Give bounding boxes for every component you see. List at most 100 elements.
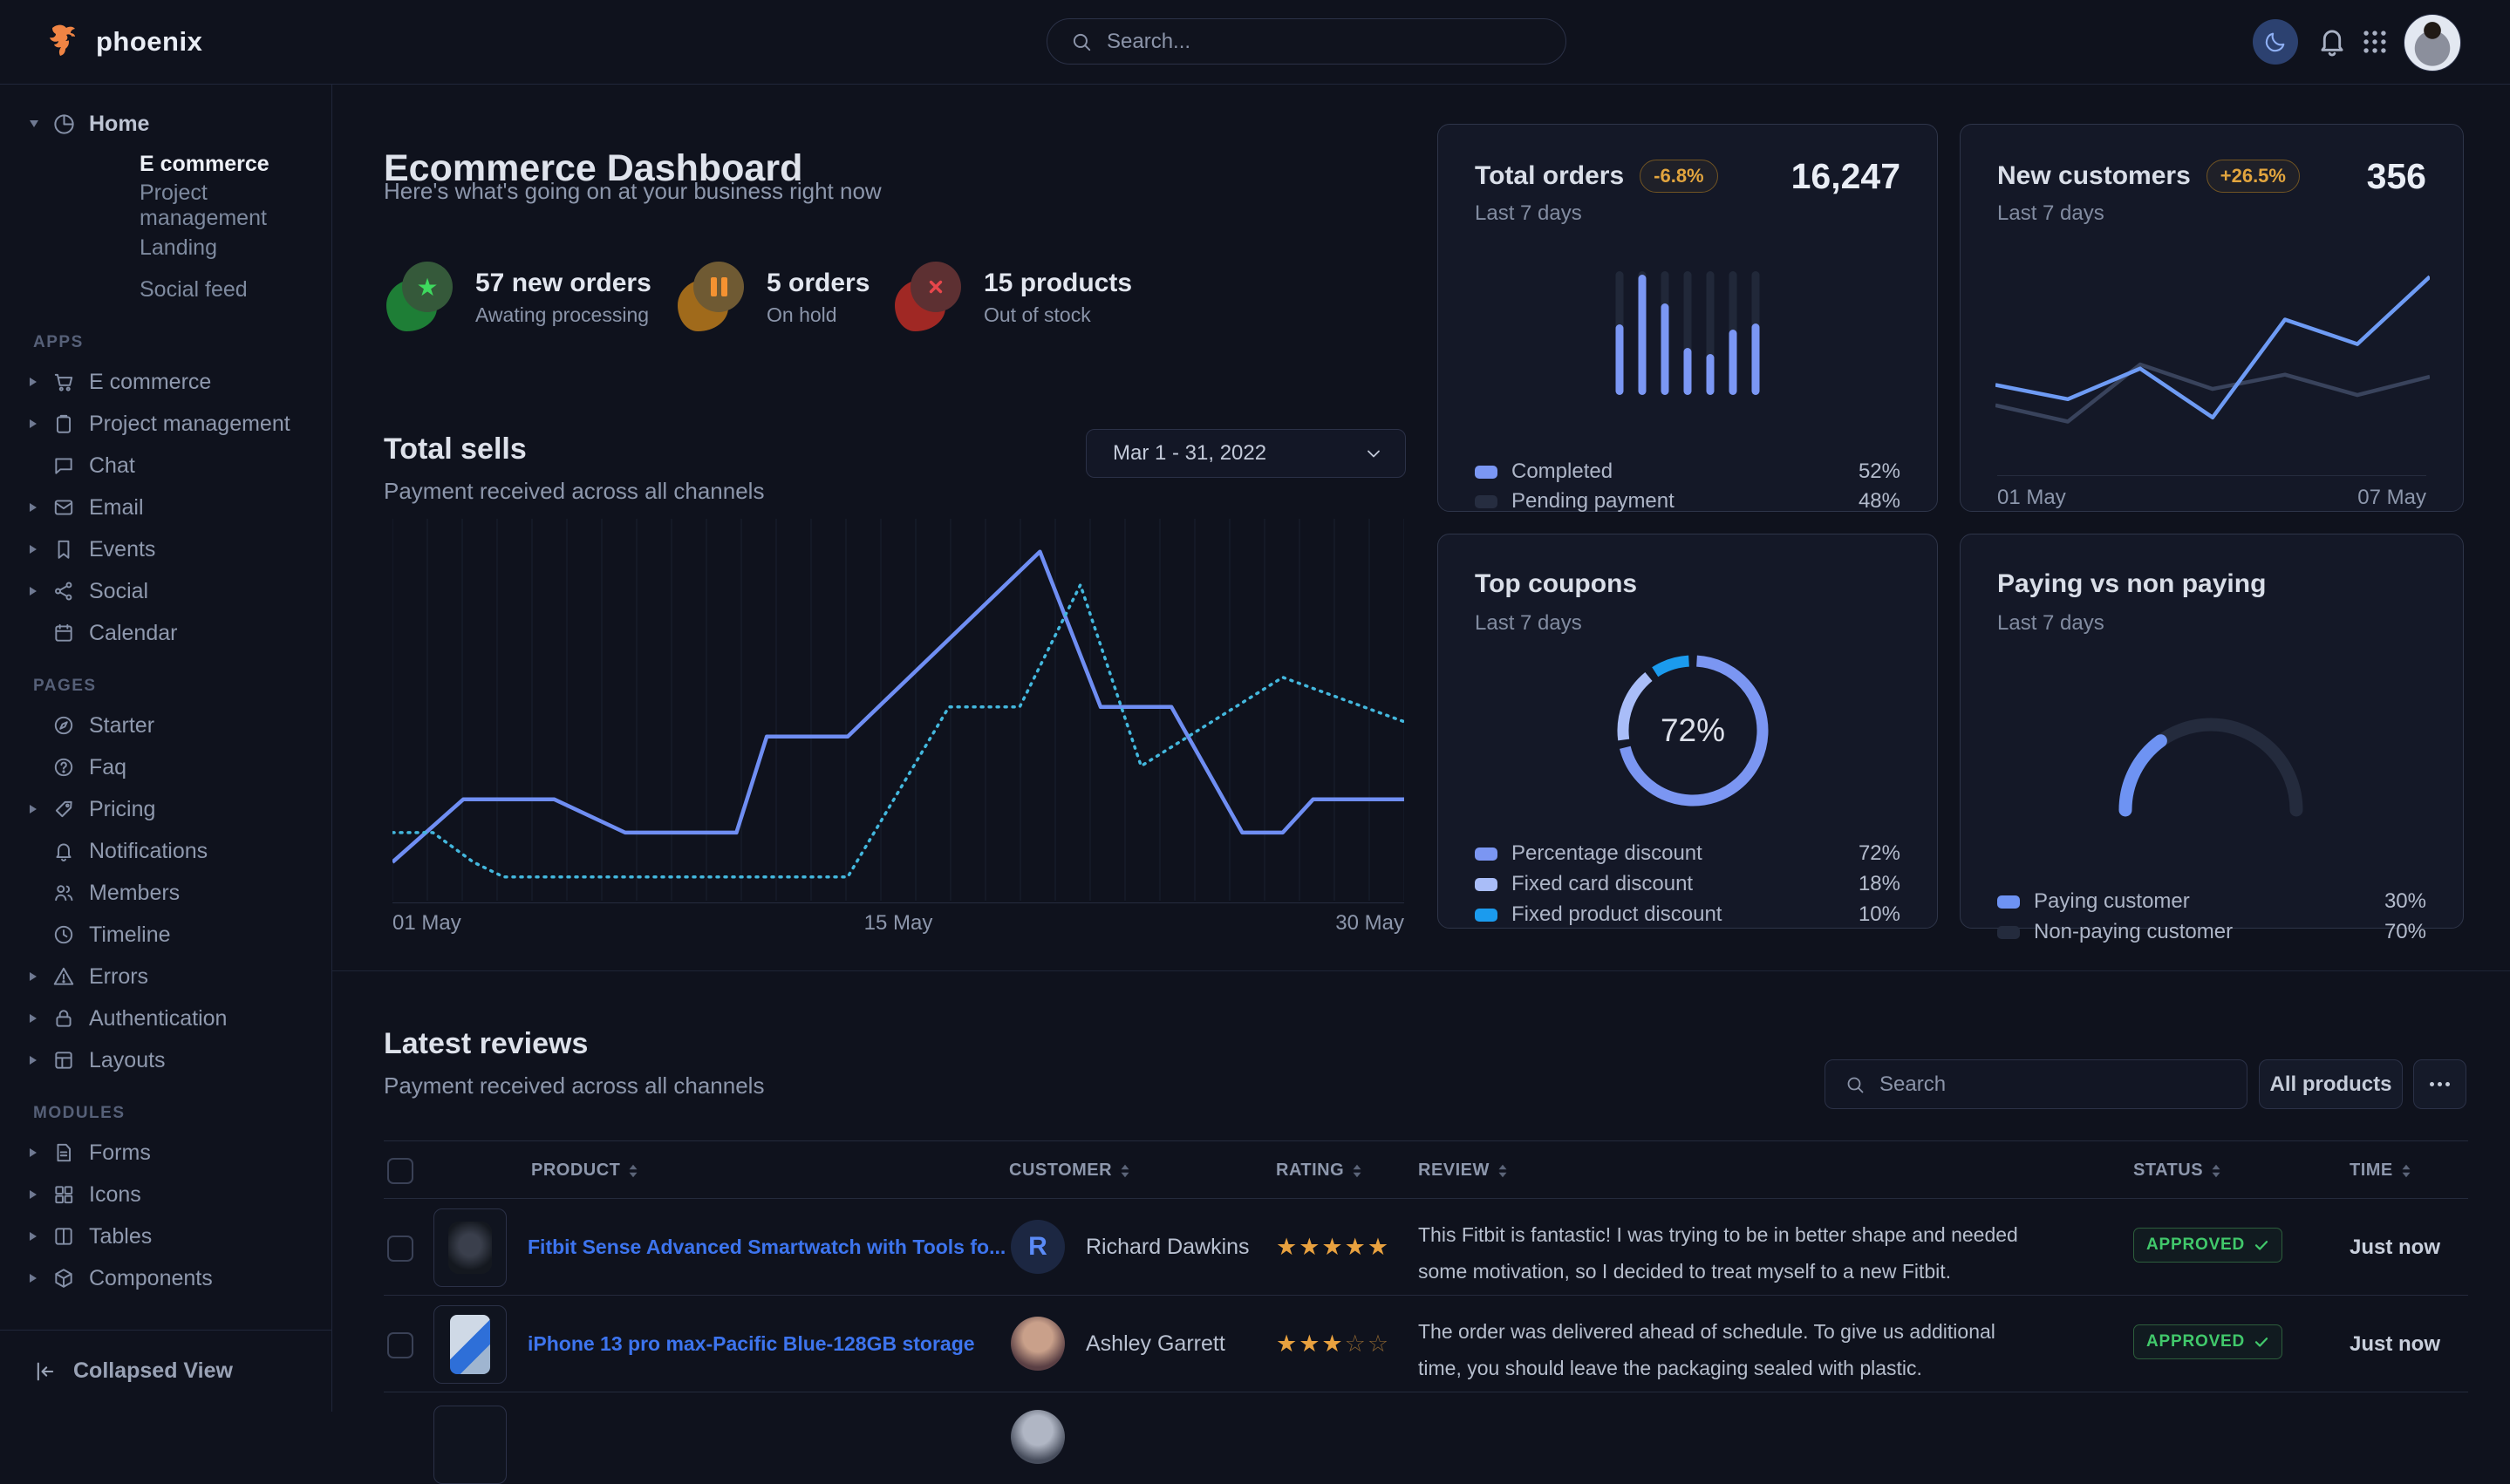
legend-swatch (1475, 878, 1497, 891)
sidebar-item-tables[interactable]: Tables (0, 1215, 331, 1257)
sidebar-item-ecommerce[interactable]: E commerce (0, 361, 331, 403)
rating-stars: ★★★☆☆ (1276, 1331, 1390, 1358)
sidebar-item-email[interactable]: Email (0, 487, 331, 528)
brand-logo[interactable]: phoenix (45, 0, 202, 84)
product-thumbnail-iphone[interactable] (433, 1305, 507, 1384)
column-header-review[interactable]: REVIEW (1418, 1161, 1509, 1181)
x-tick: 01 May (1997, 486, 2066, 510)
sidebar-item-landing[interactable]: Landing (0, 227, 331, 269)
sort-icon (1351, 1163, 1363, 1179)
sidebar-item-label: Authentication (89, 1006, 227, 1031)
column-label: CUSTOMER (1009, 1161, 1112, 1181)
sidebar-item-project-management-dashboard[interactable]: Project management (0, 185, 331, 227)
product-link[interactable]: Fitbit Sense Advanced Smartwatch with To… (528, 1236, 1006, 1259)
column-header-status[interactable]: STATUS (2133, 1161, 2222, 1181)
sidebar-item-notifications[interactable]: Notifications (0, 830, 331, 872)
check-icon (2254, 1334, 2269, 1350)
sidebar-item-calendar[interactable]: Calendar (0, 612, 331, 654)
sidebar-item-authentication[interactable]: Authentication (0, 997, 331, 1039)
bell-icon (2316, 24, 2349, 58)
chevron-right-icon (30, 1056, 52, 1065)
legend-value: 30% (2384, 889, 2426, 914)
sort-icon (2210, 1163, 2222, 1179)
notifications-button[interactable] (2316, 24, 2349, 58)
sidebar-item-project-management[interactable]: Project management (0, 403, 331, 445)
status-label: APPROVED (2146, 1332, 2245, 1351)
sidebar-item-label: Landing (140, 235, 217, 261)
collapse-sidebar-button[interactable]: Collapsed View (0, 1330, 331, 1412)
x-tick: 15 May (864, 911, 933, 936)
review-text: This Fitbit is fantastic! I was trying t… (1418, 1216, 2029, 1290)
sidebar-item-label: Social feed (140, 277, 248, 303)
total-sells-subtitle: Payment received across all channels (384, 478, 764, 505)
review-time: Just now (2350, 1332, 2440, 1357)
legend-label: Non-paying customer (2034, 920, 2233, 944)
legend-value: 70% (2384, 920, 2426, 944)
select-all-checkbox[interactable] (387, 1158, 413, 1184)
sidebar-item-label: Icons (89, 1182, 141, 1208)
sidebar-item-events[interactable]: Events (0, 528, 331, 570)
column-header-product[interactable]: PRODUCT (531, 1161, 639, 1181)
sidebar-item-timeline[interactable]: Timeline (0, 914, 331, 956)
customer-name: Ashley Garrett (1086, 1331, 1225, 1357)
sidebar-item-icons[interactable]: Icons (0, 1174, 331, 1215)
sidebar-item-faq[interactable]: Faq (0, 746, 331, 788)
date-range-select[interactable]: Mar 1 - 31, 2022 (1086, 429, 1406, 478)
sidebar-item-forms[interactable]: Forms (0, 1132, 331, 1174)
sidebar-item-social[interactable]: Social (0, 570, 331, 612)
sidebar-item-social-feed[interactable]: Social feed (0, 269, 331, 310)
sidebar-item-ecommerce-dashboard[interactable]: E commerce (0, 143, 331, 185)
global-search-input[interactable]: Search... (1047, 18, 1566, 65)
column-label: PRODUCT (531, 1161, 620, 1181)
sidebar-item-layouts[interactable]: Layouts (0, 1039, 331, 1081)
stat-new-orders: ★ 57 new orders Awating processing (386, 262, 651, 333)
sidebar-item-pricing[interactable]: Pricing (0, 788, 331, 830)
sidebar-item-components[interactable]: Components (0, 1257, 331, 1299)
product-thumbnail[interactable] (433, 1406, 507, 1484)
chevron-right-icon (30, 1274, 52, 1283)
row-checkbox[interactable] (387, 1236, 413, 1262)
trend-badge: -6.8% (1640, 160, 1717, 193)
on-hold-pause-icon (678, 262, 749, 333)
legend-label: Paying customer (2034, 889, 2190, 914)
mail-icon (52, 496, 89, 519)
column-header-customer[interactable]: CUSTOMER (1009, 1161, 1131, 1181)
sidebar-item-starter[interactable]: Starter (0, 705, 331, 746)
legend-completed: Completed 52% (1475, 459, 1900, 484)
page-subtitle: Here's what's going on at your business … (384, 178, 882, 205)
phoenix-logo-icon (45, 23, 84, 61)
column-header-rating[interactable]: RATING (1276, 1161, 1363, 1181)
x-axis-line (1997, 475, 2426, 476)
apps-menu-button[interactable] (2360, 27, 2390, 57)
theme-toggle-button[interactable] (2253, 19, 2298, 65)
row-checkbox[interactable] (387, 1332, 413, 1358)
sidebar-item-label: E commerce (89, 370, 211, 395)
sidebar-item-members[interactable]: Members (0, 872, 331, 914)
product-link[interactable]: iPhone 13 pro max-Pacific Blue-128GB sto… (528, 1332, 975, 1356)
sidebar-item-chat[interactable]: Chat (0, 445, 331, 487)
paying-gauge-chart (2106, 705, 2316, 825)
all-products-button[interactable]: All products (2259, 1059, 2403, 1109)
reviews-more-button[interactable] (2413, 1059, 2466, 1109)
chevron-down-icon (30, 120, 52, 127)
calendar-icon (52, 622, 89, 644)
grid-dots-icon (2360, 27, 2390, 57)
legend-label: Completed (1511, 459, 1613, 484)
stat-orders-on-hold: 5 orders On hold (678, 262, 870, 333)
check-icon (2254, 1237, 2269, 1253)
total-sells-line-chart (392, 519, 1404, 903)
sidebar-section-pages: PAGES (33, 677, 331, 696)
sidebar-group-home[interactable]: Home (0, 105, 331, 143)
sidebar-item-label: Calendar (89, 621, 177, 646)
stat-caption: Awating processing (475, 303, 651, 327)
reviews-search-input[interactable]: Search (1825, 1059, 2247, 1109)
product-thumbnail-fitbit[interactable] (433, 1208, 507, 1287)
user-avatar[interactable] (2404, 14, 2461, 71)
sidebar-item-label: Components (89, 1266, 213, 1291)
legend-swatch (1997, 926, 2020, 939)
sidebar-item-errors[interactable]: Errors (0, 956, 331, 997)
total-sells-x-axis: 01 May 15 May 30 May (392, 911, 1404, 936)
latest-reviews-subtitle: Payment received across all channels (384, 1072, 764, 1099)
bookmark-icon (52, 538, 89, 561)
column-header-time[interactable]: TIME (2350, 1161, 2412, 1181)
